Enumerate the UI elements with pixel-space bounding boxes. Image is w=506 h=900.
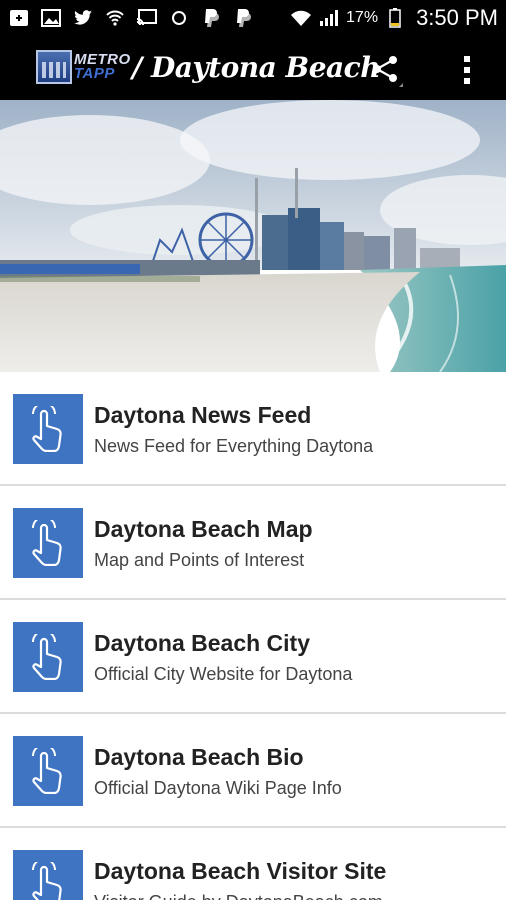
list-item-subtitle: Official City Website for Daytona [94, 664, 353, 684]
battery-icon [384, 8, 406, 28]
beach-image [0, 100, 506, 372]
more-vert-icon [464, 56, 470, 84]
add-box-icon [8, 8, 30, 28]
list-item-news-feed[interactable]: Daytona News Feed News Feed for Everythi… [0, 372, 506, 486]
overflow-menu-button[interactable] [452, 50, 482, 90]
tap-hand-icon [13, 736, 83, 806]
metrotapp-logo[interactable]: METRO TAPP [36, 50, 131, 84]
list-item-visitor-site[interactable]: Daytona Beach Visitor Site Visitor Guide… [0, 828, 506, 900]
list-item-title: Daytona Beach City [94, 630, 311, 656]
system-icons: 17% 3:50 PM [290, 5, 498, 31]
tap-hand-icon [13, 622, 83, 692]
status-bar: 17% 3:50 PM [0, 0, 506, 36]
cell-signal-icon [318, 8, 340, 28]
list-item-bio[interactable]: Daytona Beach Bio Official Daytona Wiki … [0, 714, 506, 828]
cast-icon [136, 8, 158, 28]
share-icon [373, 56, 403, 87]
list-item-map[interactable]: Daytona Beach Map Map and Points of Inte… [0, 486, 506, 600]
wifi-icon [290, 8, 312, 28]
app-bar: METRO TAPP / Daytona Beach [0, 36, 506, 100]
app-title: / Daytona Beach [132, 51, 381, 84]
list-item-subtitle: Visitor Guide by DaytonaBeach.com [94, 892, 383, 900]
paypal-icon [200, 8, 222, 28]
image-icon [40, 8, 62, 28]
list-item-subtitle: News Feed for Everything Daytona [94, 436, 374, 456]
tap-hand-icon [13, 394, 83, 464]
paypal-icon [232, 8, 254, 28]
list-item-title: Daytona News Feed [94, 402, 312, 428]
notification-icons [8, 8, 254, 28]
tap-hand-icon [13, 850, 83, 900]
twitter-icon [72, 8, 94, 28]
logo-line-2: TAPP [74, 65, 115, 82]
clock: 3:50 PM [416, 5, 498, 30]
share-button[interactable] [366, 50, 406, 90]
list-item-subtitle: Official Daytona Wiki Page Info [94, 778, 342, 798]
signal-shield-icon [104, 8, 126, 28]
city-logo-icon [36, 50, 72, 84]
list-item-city[interactable]: Daytona Beach City Official City Website… [0, 600, 506, 714]
list-item-title: Daytona Beach Bio [94, 744, 304, 770]
list-item-title: Daytona Beach Map [94, 516, 313, 542]
sync-icon [168, 8, 190, 28]
tap-hand-icon [13, 508, 83, 578]
logo-text: METRO TAPP [74, 52, 131, 82]
list-item-subtitle: Map and Points of Interest [94, 550, 305, 570]
list-item-title: Daytona Beach Visitor Site [94, 858, 387, 884]
battery-percent: 17% [346, 9, 379, 26]
link-list: Daytona News Feed News Feed for Everythi… [0, 372, 506, 900]
beach-hero-image [0, 100, 506, 372]
